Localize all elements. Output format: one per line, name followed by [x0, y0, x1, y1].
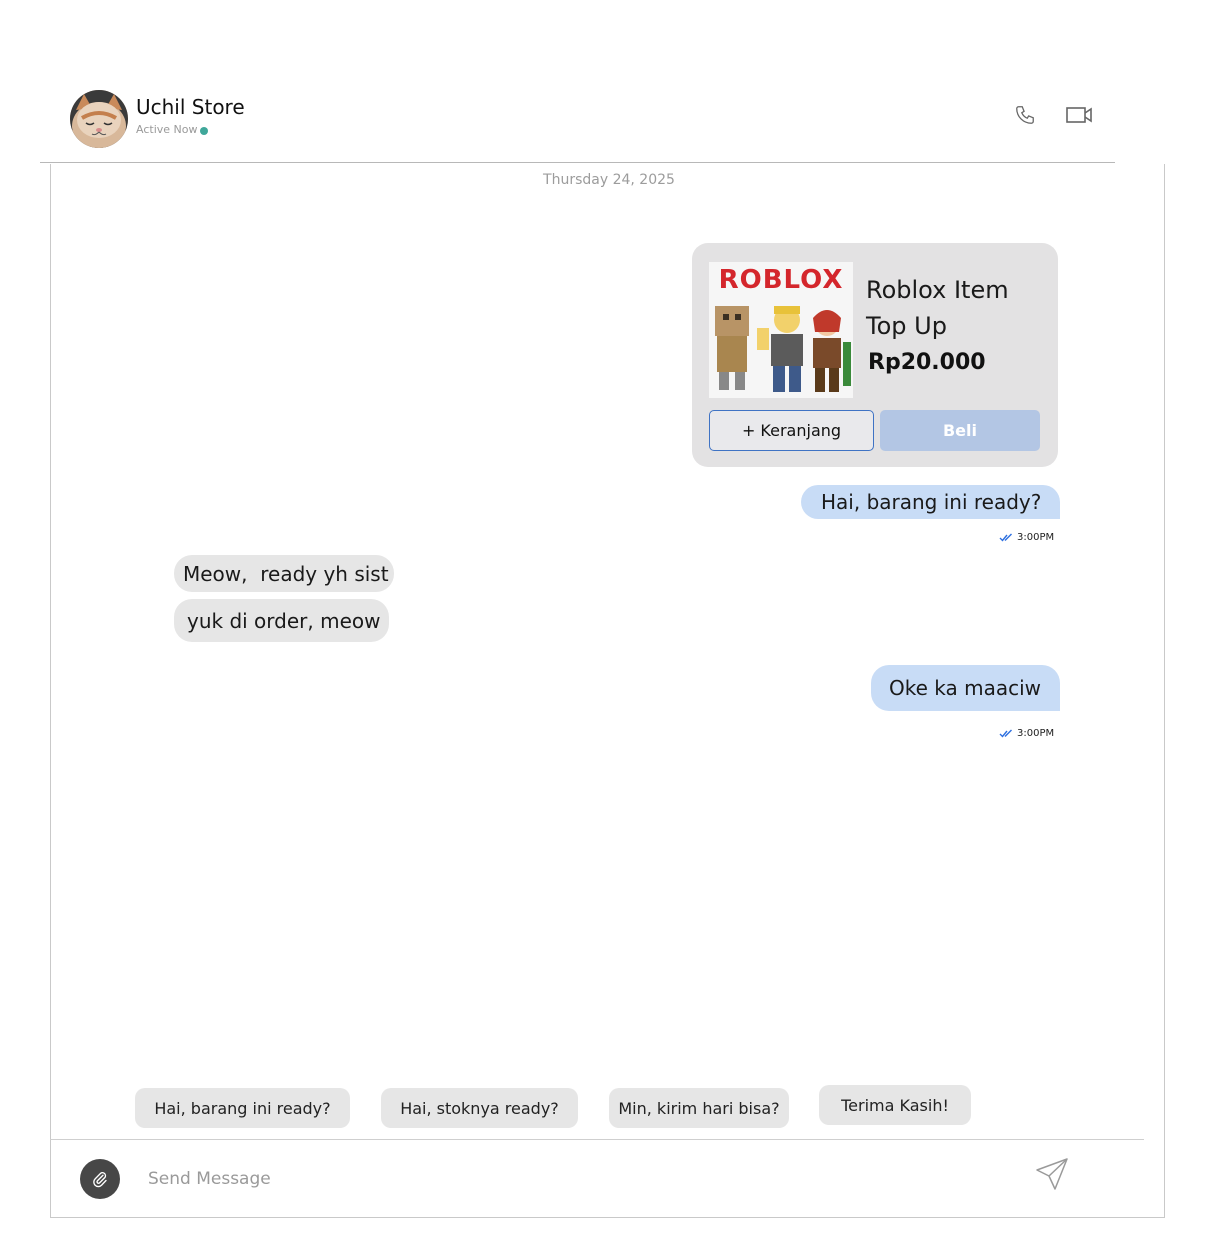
online-dot-icon [200, 126, 209, 135]
send-icon [1036, 1158, 1068, 1190]
incoming-message: yuk di order, meow [174, 599, 389, 642]
message-text: Meow, ready yh sist [183, 561, 389, 586]
double-check-icon [999, 533, 1012, 542]
quick-reply-chip[interactable]: Hai, barang ini ready? [135, 1088, 350, 1128]
header-divider [40, 162, 1115, 163]
store-name: Uchil Store [136, 95, 245, 119]
incoming-message: Meow, ready yh sist [174, 555, 394, 592]
buy-button[interactable]: Beli [880, 410, 1040, 451]
status-text: Active Now [136, 123, 198, 136]
phone-icon [1016, 106, 1034, 124]
composer-divider [50, 1139, 1144, 1140]
message-meta: 3:00PM [999, 728, 1054, 739]
date-divider: Thursday 24, 2025 [543, 172, 675, 188]
add-to-cart-button[interactable]: + Keranjang [709, 410, 874, 451]
avatar[interactable] [70, 90, 128, 148]
message-time: 3:00PM [1017, 728, 1055, 739]
double-check-icon [999, 729, 1012, 738]
svg-text:ROBLOX: ROBLOX [719, 265, 844, 295]
product-price: Rp20.000 [868, 350, 986, 375]
attach-button[interactable] [80, 1159, 120, 1199]
message-time: 3:00PM [1017, 532, 1055, 543]
outgoing-message: Hai, barang ini ready? [801, 485, 1060, 519]
call-button[interactable] [1010, 100, 1040, 130]
message-text: yuk di order, meow [187, 608, 381, 633]
status-indicator: Active Now [136, 123, 209, 136]
quick-reply-chip[interactable]: Terima Kasih! [819, 1085, 971, 1125]
message-text: Hai, barang ini ready? [821, 490, 1042, 514]
product-title: Roblox Item Top Up [866, 276, 1009, 340]
video-call-button[interactable] [1062, 100, 1096, 130]
message-meta: 3:00PM [999, 532, 1054, 543]
message-input[interactable] [148, 1164, 1008, 1194]
paperclip-icon [93, 1172, 107, 1188]
video-camera-icon [1066, 107, 1092, 123]
quick-reply-chip[interactable]: Hai, stoknya ready? [381, 1088, 578, 1128]
send-button[interactable] [1033, 1156, 1071, 1192]
quick-reply-chip[interactable]: Min, kirim hari bisa? [609, 1088, 789, 1128]
product-image: ROBLOX [709, 262, 853, 398]
outgoing-message: Oke ka maaciw [871, 665, 1060, 711]
message-text: Oke ka maaciw [889, 676, 1042, 700]
